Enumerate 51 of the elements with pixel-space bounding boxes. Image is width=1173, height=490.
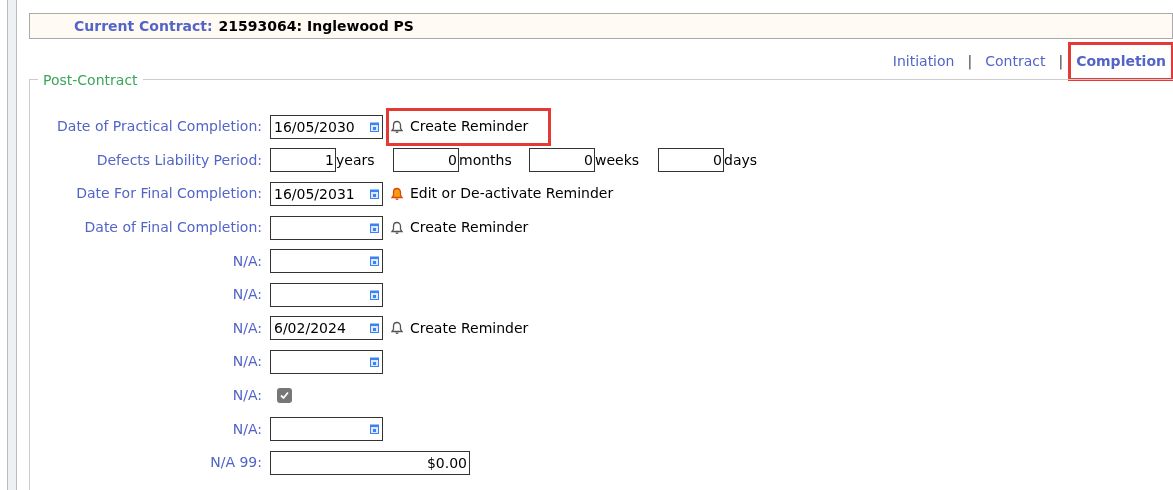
field-label: N/A 99: xyxy=(210,453,262,473)
calendar-icon[interactable] xyxy=(370,121,379,132)
nav-link[interactable]: Completion xyxy=(1068,41,1173,81)
separator: | xyxy=(1058,51,1064,72)
checkbox[interactable] xyxy=(277,388,292,404)
separator: | xyxy=(967,51,973,72)
date-field[interactable] xyxy=(270,417,383,442)
field-label: N/A: xyxy=(232,318,262,338)
nav-link[interactable]: Contract xyxy=(977,41,1054,81)
calendar-icon[interactable] xyxy=(370,323,379,334)
unit-label: months xyxy=(459,150,513,170)
field-label: N/A: xyxy=(232,419,262,439)
number-field[interactable]: 0 xyxy=(658,148,724,173)
reminder-link[interactable]: Create Reminder xyxy=(386,107,552,146)
field-label: Date For Final Completion: xyxy=(76,184,262,204)
bell-icon[interactable] xyxy=(390,220,404,235)
calendar-icon[interactable] xyxy=(370,189,379,199)
calendar-icon[interactable] xyxy=(370,256,379,267)
checkmark-icon xyxy=(279,390,290,402)
date-field[interactable] xyxy=(270,282,383,307)
date-field[interactable]: 16/05/2031 xyxy=(270,182,383,206)
bell-icon[interactable] xyxy=(390,187,404,201)
date-field[interactable] xyxy=(270,249,383,274)
field-label: Date of Final Completion: xyxy=(84,218,262,238)
calendar-icon[interactable] xyxy=(370,424,379,435)
date-field[interactable] xyxy=(270,215,383,240)
unit-label: weeks xyxy=(595,150,641,170)
field-label: N/A: xyxy=(232,386,262,406)
number-field[interactable]: 1 xyxy=(270,148,336,173)
date-field[interactable] xyxy=(270,349,383,374)
field-label: N/A: xyxy=(232,352,262,372)
calendar-icon[interactable] xyxy=(370,356,379,367)
unit-label: years xyxy=(336,150,376,170)
amount-field[interactable]: $0.00 xyxy=(270,450,470,475)
calendar-icon[interactable] xyxy=(370,222,379,233)
field-label: N/A: xyxy=(232,285,262,305)
number-field[interactable]: 0 xyxy=(393,148,459,173)
field-label: Defects Liability Period: xyxy=(96,150,262,170)
bell-icon[interactable] xyxy=(390,119,404,134)
number-field[interactable]: 0 xyxy=(529,148,595,173)
unit-label: days xyxy=(724,150,759,170)
reminder-link[interactable]: Create Reminder xyxy=(386,309,552,348)
header-label: Current Contract: xyxy=(74,16,213,36)
calendar-icon[interactable] xyxy=(370,289,379,300)
bell-icon[interactable] xyxy=(390,321,404,336)
date-field[interactable]: 6/02/2024 xyxy=(270,316,383,341)
field-label: N/A: xyxy=(232,251,262,271)
nav-link[interactable]: Initiation xyxy=(884,41,963,81)
contract-name: 21593064: Inglewood PS xyxy=(218,16,414,36)
field-label: Date of Practical Completion: xyxy=(57,117,262,137)
date-field[interactable]: 16/05/2030 xyxy=(270,114,383,139)
